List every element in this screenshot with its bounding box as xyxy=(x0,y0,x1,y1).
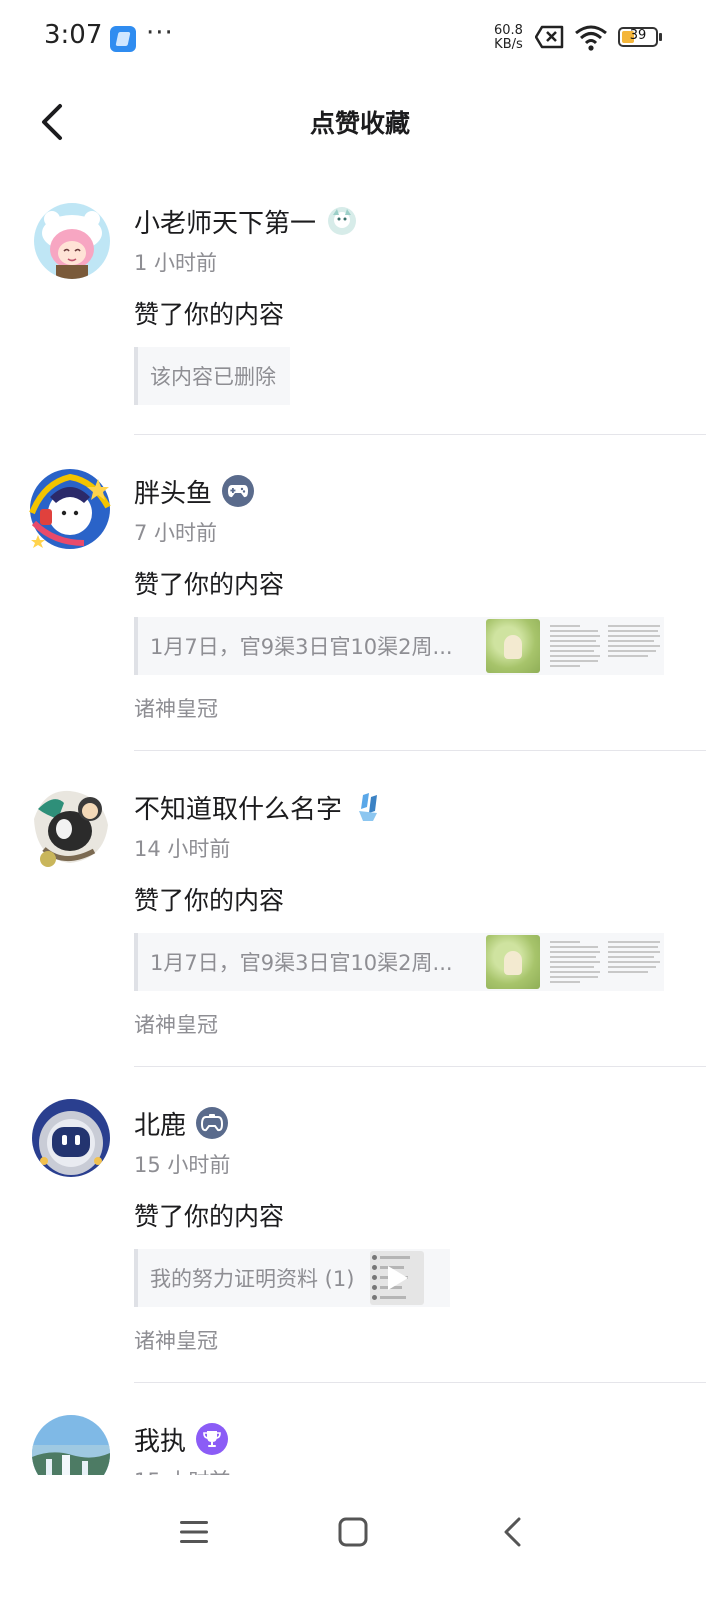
battery-level: 39 xyxy=(629,28,647,43)
avatar[interactable] xyxy=(32,1415,110,1475)
referenced-content-card[interactable]: 1月7日，官9渠3日官10渠2周... xyxy=(134,617,664,675)
topic-label[interactable]: 诸神皇冠 xyxy=(134,693,218,723)
text-document-thumbnail xyxy=(544,935,664,989)
gamepad-badge-icon xyxy=(222,475,255,507)
home-icon xyxy=(338,1517,368,1547)
system-nav-bar xyxy=(0,1476,720,1600)
referenced-content-text: 1月7日，官9渠3日官10渠2周... xyxy=(150,635,453,659)
menu-icon xyxy=(180,1521,208,1543)
more-notifications-icon: ··· xyxy=(146,18,174,48)
name-row: 我执 xyxy=(134,1421,229,1458)
action-text: 赞了你的内容 xyxy=(134,570,285,599)
battery-cap xyxy=(659,33,662,41)
referenced-content-text: 1月7日，官9渠3日官10渠2周... xyxy=(150,951,453,975)
avatar[interactable] xyxy=(34,203,110,279)
referenced-content-card[interactable]: 1月7日，官9渠3日官10渠2周... xyxy=(134,933,664,991)
content-thumbnail xyxy=(486,934,664,990)
username[interactable]: 我执 xyxy=(134,1421,186,1458)
avatar[interactable] xyxy=(24,463,116,555)
network-speed-unit: KB/s xyxy=(494,37,523,52)
header: 点赞收藏 xyxy=(0,80,720,164)
no-sim-icon xyxy=(534,24,565,54)
trophy-badge-icon xyxy=(196,1423,229,1455)
timestamp: 15 小时前 xyxy=(134,1153,231,1177)
play-icon xyxy=(388,1266,409,1290)
username[interactable]: 胖头鱼 xyxy=(134,473,212,510)
notification-item[interactable]: 胖头鱼 7 小时前 赞了你的内容 1月7日，官9渠3日官10渠2周... 诸神皇… xyxy=(0,435,720,751)
referenced-content-text: 我的努力证明资料 (1) xyxy=(150,1267,355,1291)
notification-item[interactable]: 小老师天下第一 1 小时前 赞了你的内容 该内容已删除 xyxy=(0,165,720,435)
video-thumbnail xyxy=(370,1251,425,1305)
name-row: 胖头鱼 xyxy=(134,473,255,510)
game-screenshot-thumbnail xyxy=(486,619,540,673)
name-row: 不知道取什么名字 xyxy=(134,789,384,825)
timestamp: 15 小时前 xyxy=(134,1465,230,1475)
referenced-content-text: 该内容已删除 xyxy=(150,365,276,389)
crystal-badge-icon xyxy=(352,791,384,823)
username[interactable]: 小老师天下第一 xyxy=(134,203,316,240)
name-row: 小老师天下第一 xyxy=(134,203,358,239)
action-text: 赞了你的内容 xyxy=(134,300,285,329)
menu-button[interactable] xyxy=(164,1502,224,1562)
action-text: 赞了你的内容 xyxy=(134,886,285,915)
game-screenshot-thumbnail xyxy=(486,935,540,989)
notification-item[interactable]: 不知道取什么名字 14 小时前 赞了你的内容 1月7日，官9渠3日官10渠2周.… xyxy=(0,751,720,1067)
avatar[interactable] xyxy=(24,779,116,871)
gamepad-badge-icon xyxy=(196,1107,229,1139)
status-time: 3:07 xyxy=(44,20,103,50)
back-nav-button[interactable] xyxy=(482,1502,542,1562)
referenced-content-card[interactable]: 我的努力证明资料 (1) xyxy=(134,1249,450,1307)
back-icon xyxy=(504,1517,521,1547)
referenced-content-card[interactable]: 该内容已删除 xyxy=(134,347,290,405)
network-speed-value: 60.8 xyxy=(494,23,523,38)
notification-list[interactable]: 小老师天下第一 1 小时前 赞了你的内容 该内容已删除 胖头鱼 7 小时前 赞了… xyxy=(0,165,720,1475)
username[interactable]: 不知道取什么名字 xyxy=(134,789,342,826)
network-speed: 60.8 KB/s xyxy=(494,24,523,52)
username[interactable]: 北鹿 xyxy=(134,1105,186,1142)
name-row: 北鹿 xyxy=(134,1105,229,1142)
topic-label[interactable]: 诸神皇冠 xyxy=(134,1009,218,1039)
avatar[interactable] xyxy=(32,1099,110,1177)
action-text: 赞了你的内容 xyxy=(134,1202,285,1231)
page-title: 点赞收藏 xyxy=(309,109,410,138)
content-thumbnail xyxy=(370,1250,425,1306)
topic-label[interactable]: 诸神皇冠 xyxy=(134,1325,218,1355)
content-thumbnail xyxy=(486,618,664,674)
character-badge-icon xyxy=(326,205,358,237)
timestamp: 1 小时前 xyxy=(134,251,218,275)
notification-item[interactable]: 我执 15 小时前 xyxy=(0,1383,720,1475)
text-document-thumbnail xyxy=(544,619,664,673)
wifi-icon xyxy=(574,24,608,56)
battery-icon: 39 xyxy=(618,27,658,47)
status-bar: 3:07 ··· 60.8 KB/s 39 xyxy=(0,0,720,80)
timestamp: 14 小时前 xyxy=(134,837,231,861)
timestamp: 7 小时前 xyxy=(134,521,218,545)
home-button[interactable] xyxy=(323,1502,383,1562)
browser-app-icon xyxy=(110,26,136,52)
notification-item[interactable]: 北鹿 15 小时前 赞了你的内容 我的努力证明资料 (1) 诸神皇冠 xyxy=(0,1067,720,1383)
